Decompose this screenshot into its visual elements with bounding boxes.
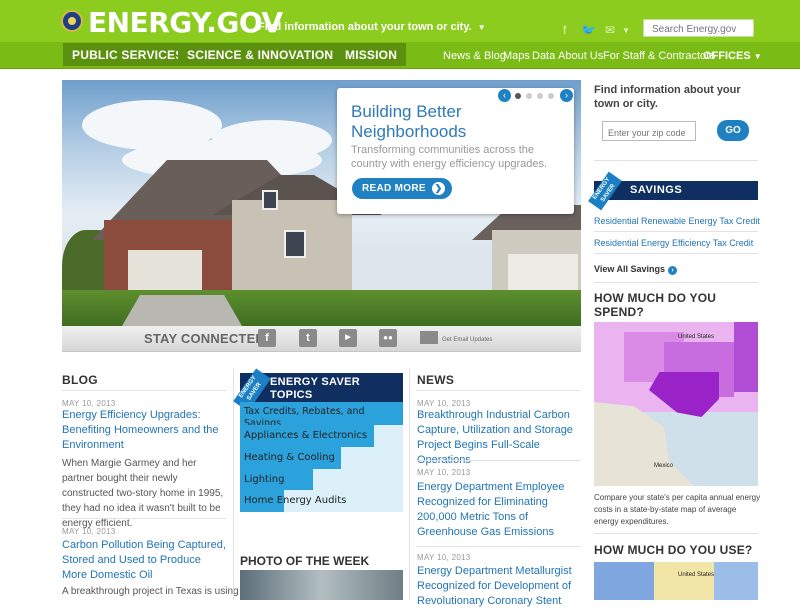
energy-spending-map[interactable]: United States Mexico xyxy=(594,322,758,486)
nav-offices-label: OFFICES xyxy=(703,50,751,62)
map-region xyxy=(654,562,714,600)
carousel-dot[interactable] xyxy=(537,93,543,99)
carousel-dot[interactable] xyxy=(548,93,554,99)
energy-saver-topic-link[interactable]: Home Energy Audits xyxy=(240,490,403,512)
flickr-icon[interactable]: ●● xyxy=(379,329,397,347)
divider xyxy=(594,282,758,283)
nav-about-us[interactable]: About Us xyxy=(558,50,603,62)
blog-heading: BLOG xyxy=(62,373,98,387)
map-region xyxy=(594,562,654,600)
map-region xyxy=(734,322,758,392)
nav-maps[interactable]: Maps xyxy=(503,50,530,62)
use-heading: HOW MUCH DO YOU USE? xyxy=(594,543,753,557)
site-logo[interactable]: ENERGY.GOV xyxy=(88,6,283,39)
divider xyxy=(62,518,226,519)
share-dropdown-icon[interactable]: ▼ xyxy=(622,26,630,35)
post-date: MAY 10, 2013 xyxy=(417,553,471,562)
post-date: MAY 10, 2013 xyxy=(62,527,116,536)
email-updates-icon[interactable] xyxy=(420,331,438,344)
divider xyxy=(594,160,758,161)
blog-post-excerpt: When Margie Garmey and her partner bough… xyxy=(62,458,224,529)
doe-seal-icon[interactable] xyxy=(61,10,83,32)
map-region-mexico xyxy=(594,402,694,486)
news-post-link[interactable]: Breakthrough Industrial Carbon Capture, … xyxy=(417,408,583,468)
divider xyxy=(62,390,226,391)
news-post-link[interactable]: Energy Department Employee Recognized fo… xyxy=(417,480,579,540)
divider xyxy=(417,460,581,461)
nav-mission[interactable]: MISSION xyxy=(336,43,407,66)
map-label: United States xyxy=(678,572,715,578)
arrow-right-icon: › xyxy=(668,266,678,275)
divider xyxy=(594,533,758,534)
nav-staff-contractors[interactable]: For Staff & Contractors xyxy=(603,50,715,62)
news-post-link[interactable]: Energy Department Metallurgist Recognize… xyxy=(417,564,577,609)
map-label: United States xyxy=(678,334,715,340)
post-date: MAY 10, 2013 xyxy=(62,399,116,408)
nav-science-innovation[interactable]: SCIENCE & INNOVATION xyxy=(178,43,343,66)
blog-post-link[interactable]: Energy Efficiency Upgrades: Benefiting H… xyxy=(62,408,224,453)
divider xyxy=(417,546,581,547)
savings-link[interactable]: Residential Energy Efficiency Tax Credit xyxy=(594,238,753,248)
map-caption: Compare your state's per capita annual e… xyxy=(594,493,761,526)
carousel-prev-icon[interactable]: ‹ xyxy=(498,89,511,102)
post-date: MAY 10, 2013 xyxy=(417,468,471,477)
map-label: Mexico xyxy=(654,463,674,469)
divider xyxy=(594,253,758,254)
view-all-savings-label: View All Savings xyxy=(594,264,666,274)
town-info-label: Find information about your town or city… xyxy=(258,21,472,33)
photo-of-week-image[interactable] xyxy=(240,570,403,600)
hero-text: Transforming communities across the coun… xyxy=(351,144,548,170)
column-divider xyxy=(233,368,234,600)
blog-post-excerpt: A breakthrough project in Texas is using xyxy=(62,586,239,597)
twitter-icon[interactable]: 🐦 xyxy=(581,23,596,37)
sidebar-town-title: Find information about your town or city… xyxy=(594,84,741,110)
facebook-icon[interactable]: f xyxy=(258,329,276,347)
energy-saver-topic-link[interactable]: Heating & Cooling xyxy=(240,447,403,469)
nav-public-services[interactable]: PUBLIC SERVICES xyxy=(63,43,193,66)
column-divider xyxy=(409,368,410,600)
twitter-icon[interactable]: t xyxy=(299,329,317,347)
energy-saver-topics-title: ENERGY SAVER TOPICS xyxy=(270,376,360,401)
arrow-right-icon: ❯ xyxy=(432,182,445,195)
divider xyxy=(594,231,758,232)
nav-offices[interactable]: OFFICES ▼ xyxy=(703,50,762,62)
savings-title: SAVINGS xyxy=(630,184,683,196)
divider xyxy=(417,390,581,391)
driveway xyxy=(122,295,242,326)
house-window xyxy=(284,230,306,258)
email-updates-link[interactable]: Get Email Updates xyxy=(442,337,492,343)
facebook-icon[interactable]: f xyxy=(563,23,566,37)
stay-connected-bar xyxy=(62,326,581,352)
search-input[interactable] xyxy=(643,19,754,37)
zip-code-input[interactable] xyxy=(602,121,696,141)
nav-news-blog[interactable]: News & Blog xyxy=(443,50,506,62)
youtube-icon[interactable]: ▶ xyxy=(339,329,357,347)
nav-data[interactable]: Data xyxy=(532,50,555,62)
town-info-link[interactable]: Find information about your town or city… xyxy=(258,21,486,33)
energy-use-map[interactable]: United States xyxy=(594,562,758,600)
email-icon[interactable]: ✉ xyxy=(605,23,615,37)
savings-link[interactable]: Residential Renewable Energy Tax Credit xyxy=(594,216,760,226)
carousel-next-icon[interactable]: › xyxy=(560,89,573,102)
carousel-dot[interactable] xyxy=(526,93,532,99)
read-more-button[interactable]: READ MORE ❯ xyxy=(352,178,452,199)
energy-saver-topic-link[interactable]: Lighting xyxy=(240,469,403,491)
hero-title[interactable]: Building Better Neighborhoods xyxy=(351,102,551,142)
blog-post-link[interactable]: Carbon Pollution Being Captured, Stored … xyxy=(62,538,228,583)
stay-connected-label: STAY CONNECTED xyxy=(144,331,266,346)
go-button[interactable]: GO xyxy=(717,120,749,141)
energy-saver-topic-link[interactable]: Tax Credits, Rebates, and Savings xyxy=(240,402,403,429)
map-region xyxy=(714,562,758,600)
news-heading: NEWS xyxy=(417,373,455,387)
view-all-savings-link[interactable]: View All Savings › xyxy=(594,264,678,275)
carousel-dot[interactable] xyxy=(515,93,521,99)
chevron-down-icon: ▼ xyxy=(477,23,486,32)
house-window xyxy=(262,190,278,210)
chevron-down-icon: ▼ xyxy=(753,52,762,61)
energy-saver-topic-link[interactable]: Appliances & Electronics xyxy=(240,425,403,447)
post-date: MAY 10, 2013 xyxy=(417,399,471,408)
read-more-label: READ MORE xyxy=(362,183,426,194)
photo-of-week-heading: PHOTO OF THE WEEK xyxy=(240,554,370,568)
spend-heading: HOW MUCH DO YOU SPEND? xyxy=(594,291,717,319)
